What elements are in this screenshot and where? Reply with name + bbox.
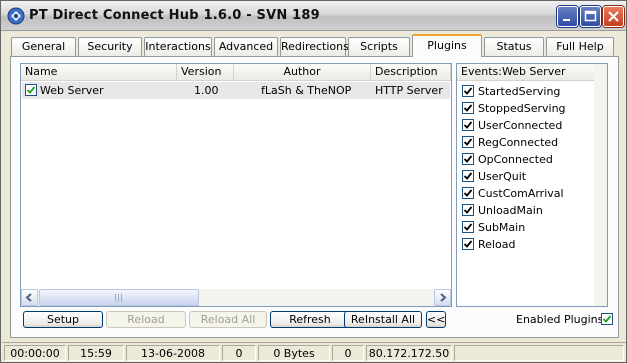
plugins-list-header: Name Version Author Description	[21, 64, 451, 81]
app-window: PT Direct Connect Hub 1.6.0 - SVN 189 Ge…	[0, 0, 627, 363]
event-label: CustComArrival	[478, 187, 564, 200]
tab-advanced[interactable]: Advanced	[214, 37, 278, 56]
event-label: StartedServing	[478, 85, 561, 98]
event-checkbox[interactable]	[462, 238, 474, 250]
scroll-thumb[interactable]	[39, 289, 199, 306]
plugin-author: fLaSh & TheNOP	[261, 84, 352, 97]
event-label: UnloadMain	[478, 204, 543, 217]
title-bar[interactable]: PT Direct Connect Hub 1.6.0 - SVN 189	[1, 1, 626, 31]
enabled-plugins-label: Enabled Plugins	[516, 313, 604, 326]
scroll-left-button[interactable]	[21, 289, 38, 306]
plugins-list[interactable]: Name Version Author Description Web Serv…	[20, 63, 452, 307]
enabled-plugins-toggle[interactable]: Enabled Plugins	[516, 313, 613, 326]
event-checkbox[interactable]	[462, 85, 474, 97]
event-checkbox[interactable]	[462, 153, 474, 165]
collapse-button[interactable]: <<	[426, 311, 446, 328]
refresh-button[interactable]: Refresh	[270, 311, 350, 328]
window-title: PT Direct Connect Hub 1.6.0 - SVN 189	[29, 8, 320, 23]
status-ops: 0	[332, 345, 364, 361]
status-shared: 0 Bytes	[258, 345, 330, 361]
reload-all-button[interactable]: Reload All	[189, 311, 267, 328]
event-label: UserConnected	[478, 119, 563, 132]
events-list[interactable]: Events:Web Server StartedServing Stopped…	[456, 63, 608, 307]
plugin-enabled-checkbox[interactable]	[25, 84, 37, 96]
tab-scripts[interactable]: Scripts	[348, 37, 410, 56]
horizontal-scrollbar[interactable]	[21, 289, 451, 306]
status-bar: 00:00:00 15:59 13-06-2008 0 0 Bytes 0 80…	[2, 342, 626, 362]
tab-interactions[interactable]: Interactions	[144, 37, 212, 56]
tab-full-help[interactable]: Full Help	[546, 37, 614, 56]
column-description[interactable]: Description	[371, 64, 451, 81]
event-checkbox[interactable]	[462, 136, 474, 148]
events-scrollbar-track	[594, 64, 607, 306]
reload-button[interactable]: Reload	[106, 311, 186, 328]
event-checkbox[interactable]	[462, 204, 474, 216]
plugin-description: HTTP Server	[375, 84, 443, 97]
event-label: OpConnected	[478, 153, 553, 166]
event-checkbox[interactable]	[462, 119, 474, 131]
app-logo-icon	[7, 7, 25, 25]
status-time: 15:59	[68, 345, 124, 361]
event-label: StoppedServing	[478, 102, 566, 115]
setup-button[interactable]: Setup	[23, 311, 103, 328]
plugins-tab-panel: Name Version Author Description Web Serv…	[10, 56, 619, 338]
status-date: 13-06-2008	[126, 345, 220, 361]
status-ip: 80.172.172.50	[366, 345, 452, 361]
enabled-plugins-checkbox[interactable]	[601, 313, 613, 325]
column-name[interactable]: Name	[21, 64, 177, 81]
column-version[interactable]: Version	[177, 64, 234, 81]
status-uptime: 00:00:00	[4, 345, 66, 361]
status-extra	[454, 345, 624, 361]
plugin-version: 1.00	[194, 84, 219, 97]
plugin-name: Web Server	[40, 84, 104, 97]
tab-security[interactable]: Security	[78, 37, 142, 56]
event-checkbox[interactable]	[462, 221, 474, 233]
events-header: Events:Web Server	[457, 64, 607, 81]
column-author[interactable]: Author	[234, 64, 371, 81]
tab-strip: General Security Interactions Advanced R…	[11, 34, 623, 57]
tab-redirections[interactable]: Redirections	[280, 37, 349, 56]
maximize-button[interactable]	[580, 6, 601, 27]
minimize-button[interactable]	[557, 6, 578, 27]
event-label: Reload	[478, 238, 516, 251]
event-checkbox[interactable]	[462, 102, 474, 114]
scroll-right-button[interactable]	[434, 289, 451, 306]
tab-general[interactable]: General	[11, 37, 76, 56]
event-label: UserQuit	[478, 170, 527, 183]
reinstall-all-button[interactable]: ReInstall All	[344, 311, 422, 328]
event-checkbox[interactable]	[462, 187, 474, 199]
status-users: 0	[222, 345, 256, 361]
plugin-row[interactable]: Web Server 1.00 fLaSh & TheNOP HTTP Serv…	[22, 82, 450, 99]
close-button[interactable]	[603, 6, 624, 27]
event-label: RegConnected	[478, 136, 559, 149]
event-label: SubMain	[478, 221, 526, 234]
tab-status[interactable]: Status	[484, 37, 544, 56]
event-checkbox[interactable]	[462, 170, 474, 182]
tab-plugins[interactable]: Plugins	[412, 34, 482, 57]
